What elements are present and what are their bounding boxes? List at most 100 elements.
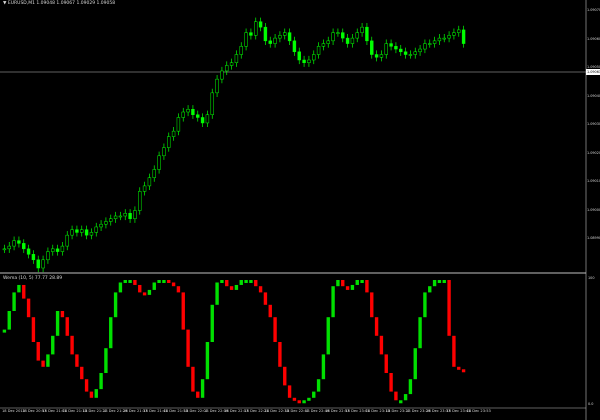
candle-body [321, 43, 326, 47]
candle-body [142, 185, 147, 192]
oscillator-bar [205, 342, 210, 380]
oscillator-bar [321, 354, 326, 380]
oscillator-bar [258, 286, 263, 293]
candle-body [210, 92, 214, 115]
oscillator-bar [210, 304, 214, 342]
oscillator-bar [118, 282, 123, 293]
oscillator-bar [268, 304, 272, 318]
candle-body [128, 213, 132, 219]
oscillator-bar [17, 284, 21, 293]
oscillator-bar [55, 311, 60, 336]
price-chart[interactable] [0, 0, 600, 420]
candle-body [268, 40, 272, 44]
oscillator-bar [360, 280, 364, 283]
oscillator-bar [99, 373, 103, 390]
candle-body [181, 111, 185, 118]
oscillator-bar [84, 379, 89, 392]
oscillator-bar [191, 366, 195, 392]
oscillator-bar [31, 317, 36, 342]
oscillator-bar [442, 280, 446, 283]
oscillator-bar [312, 391, 316, 398]
candle-body [229, 62, 234, 66]
candle-body [394, 46, 398, 50]
oscillator-bar [244, 280, 248, 283]
oscillator-bar [457, 366, 461, 370]
oscillator-bar [461, 369, 466, 373]
candle-body [171, 130, 176, 137]
candle-body [55, 248, 60, 252]
oscillator-bar [176, 286, 181, 293]
candle-body [254, 21, 258, 36]
oscillator-bar [355, 280, 359, 285]
oscillator-bar [65, 317, 69, 336]
candle-body [457, 29, 461, 33]
oscillator-bar [51, 335, 55, 355]
oscillator-bar [350, 284, 355, 290]
oscillator-bar [345, 286, 350, 290]
oscillator-bar [331, 286, 335, 318]
candle-body [355, 32, 359, 39]
oscillator-bar [22, 284, 26, 299]
candle-body [70, 229, 74, 236]
oscillator-bar [370, 292, 374, 318]
oscillator-bar [26, 298, 31, 318]
candle-body [191, 109, 195, 115]
candle-body [225, 65, 229, 72]
candle-body [22, 243, 26, 250]
oscillator-bar [7, 311, 11, 330]
oscillator-bar [128, 280, 132, 283]
candle-body [205, 114, 210, 124]
oscillator-bar [278, 342, 282, 367]
candle-body [389, 43, 393, 47]
oscillator-bar [403, 394, 408, 401]
candle-body [403, 51, 408, 55]
candle-body [360, 26, 364, 33]
candle-body [75, 229, 79, 233]
oscillator-bar [283, 366, 287, 386]
chart-window[interactable]: ▼ EURUSD,M1 1.09048 1.09067 1.09029 1.09… [0, 0, 600, 420]
candle-body [263, 26, 268, 42]
candle-body [384, 43, 388, 55]
candle-body [89, 232, 94, 236]
candle-body [31, 254, 36, 261]
oscillator-bar [254, 280, 258, 287]
oscillator-bar [336, 280, 340, 287]
candle-body [51, 248, 55, 252]
candle-body [123, 213, 127, 217]
candle-body [152, 169, 156, 178]
oscillator-bar [394, 391, 398, 401]
oscillator-bar [152, 282, 156, 290]
candle-body [428, 43, 432, 45]
oscillator-bar [200, 379, 205, 398]
candle-body [46, 251, 50, 261]
oscillator-bar [249, 280, 253, 283]
oscillator-bar [423, 292, 427, 318]
candle-body [147, 177, 152, 187]
time-axis[interactable]: 18 Dec 2013 18 Dec 20:57 18 Dec 21:05 18 De… [0, 409, 585, 419]
candle-body [104, 221, 108, 225]
candle-body [302, 59, 306, 63]
candle-body [399, 48, 403, 53]
candle-body [336, 32, 340, 34]
candle-body [365, 26, 369, 42]
candle-body [239, 46, 243, 55]
candle-body [326, 40, 330, 44]
candle-body [133, 210, 137, 219]
candle-body [41, 259, 45, 269]
oscillator-bar [70, 335, 74, 355]
oscillator-bar [432, 280, 437, 287]
oscillator-bar [389, 373, 393, 392]
oscillator-bar [60, 311, 65, 318]
candle-body [292, 40, 297, 53]
oscillator-bar [234, 284, 239, 290]
candle-body [167, 136, 171, 148]
candle-body [80, 229, 84, 233]
oscillator-bar [171, 282, 176, 287]
oscillator-bar [287, 385, 292, 398]
candle-body [379, 54, 384, 58]
candle-body [432, 40, 437, 44]
candle-body [312, 54, 316, 61]
oscillator-bar [428, 286, 432, 293]
oscillator-bar [123, 280, 127, 283]
oscillator-bar [418, 317, 422, 349]
